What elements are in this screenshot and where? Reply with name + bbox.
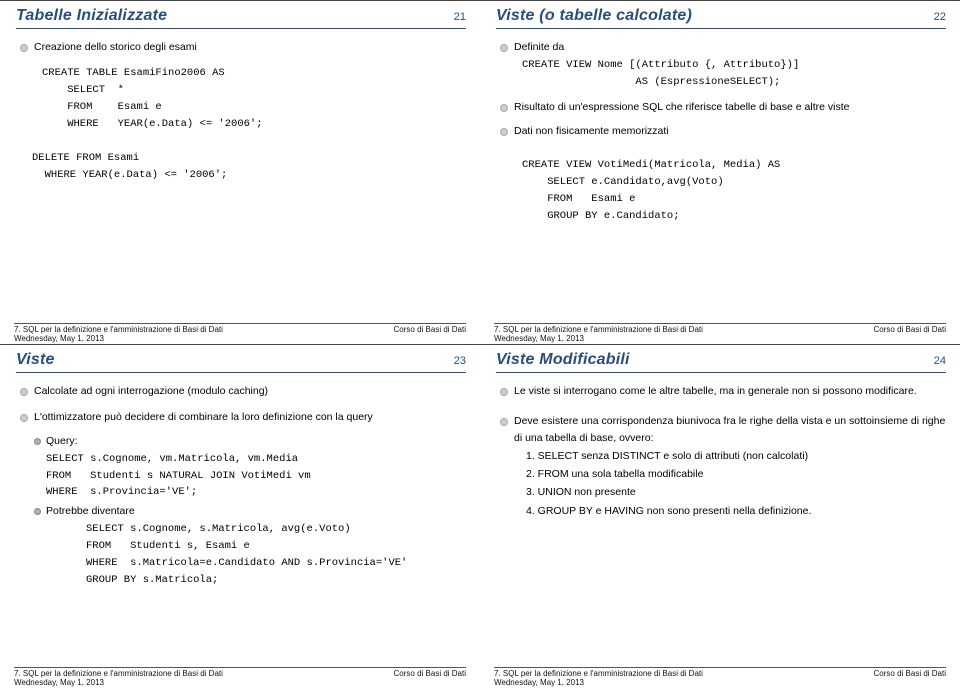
bullet-sub: Query: [16,433,466,449]
slide-24: Viste Modificabili 24 Le viste si interr… [480,344,960,688]
footer-left: 7. SQL per la definizione e l'amministra… [494,325,703,334]
slide-content: Calcolate ad ogni interrogazione (modulo… [16,383,466,589]
slide-footer: 7. SQL per la definizione e l'amministra… [14,667,466,678]
title-row: Viste Modificabili 24 [496,349,946,373]
bullet: Definite da [496,39,946,55]
footer-right: Corso di Basi di Dati [394,325,466,334]
footer-date: Wednesday, May 1, 2013 [14,678,104,687]
code-block: CREATE VIEW Nome [(Attributo {, Attribut… [522,57,946,91]
slide-21: Tabelle Inizializzate 21 Creazione dello… [0,0,480,344]
slide-footer: 7. SQL per la definizione e l'amministra… [14,323,466,334]
code-block: SELECT s.Cognome, vm.Matricola, vm.Media… [46,451,466,501]
slide-number: 24 [934,355,946,367]
slide-number: 21 [454,11,466,23]
list-item: 2. FROM una sola tabella modificabile [526,466,946,482]
list-item: 3. UNION non presente [526,484,946,500]
slide-footer: 7. SQL per la definizione e l'amministra… [494,323,946,334]
code-block: CREATE TABLE EsamiFino2006 AS SELECT * F… [42,65,466,132]
slide-content: Le viste si interrogano come le altre ta… [496,383,946,519]
slide-number: 23 [454,355,466,367]
slide-title: Viste Modificabili [496,351,630,369]
list-item: 1. SELECT senza DISTINCT e solo di attri… [526,448,946,464]
footer-right: Corso di Basi di Dati [394,669,466,678]
title-row: Viste (o tabelle calcolate) 22 [496,5,946,29]
footer-left: 7. SQL per la definizione e l'amministra… [14,325,223,334]
footer-left: 7. SQL per la definizione e l'amministra… [494,669,703,678]
slide-content: Definite da CREATE VIEW Nome [(Attributo… [496,39,946,225]
slide-22: Viste (o tabelle calcolate) 22 Definite … [480,0,960,344]
slide-footer: 7. SQL per la definizione e l'amministra… [494,667,946,678]
slide-number: 22 [934,11,946,23]
bullet-sub: Potrebbe diventare [16,503,466,519]
title-row: Viste 23 [16,349,466,373]
footer-date: Wednesday, May 1, 2013 [14,334,104,343]
footer-date: Wednesday, May 1, 2013 [494,678,584,687]
bullet: Deve esistere una corrispondenza biunivo… [496,413,946,446]
slide-title: Viste (o tabelle calcolate) [496,7,692,25]
footer-right: Corso di Basi di Dati [874,669,946,678]
code-block: SELECT s.Cognome, s.Matricola, avg(e.Vot… [86,521,466,588]
footer-date: Wednesday, May 1, 2013 [494,334,584,343]
code-block: DELETE FROM Esami WHERE YEAR(e.Data) <= … [32,150,466,184]
bullet: Creazione dello storico degli esami [16,39,466,55]
page: Tabelle Inizializzate 21 Creazione dello… [0,0,960,688]
bullet: L'ottimizzatore può decidere di combinar… [16,409,466,425]
code-block: CREATE VIEW VotiMedi(Matricola, Media) A… [522,157,946,224]
bullet: Dati non fisicamente memorizzati [496,123,946,139]
footer-left: 7. SQL per la definizione e l'amministra… [14,669,223,678]
list-item: 4. GROUP BY e HAVING non sono presenti n… [526,503,946,519]
slide-title: Viste [16,351,55,369]
bullet: Risultato di un'espressione SQL che rife… [496,99,946,115]
slide-content: Creazione dello storico degli esami CREA… [16,39,466,184]
slide-title: Tabelle Inizializzate [16,7,167,25]
title-row: Tabelle Inizializzate 21 [16,5,466,29]
slide-23: Viste 23 Calcolate ad ogni interrogazion… [0,344,480,688]
bullet: Le viste si interrogano come le altre ta… [496,383,946,399]
footer-right: Corso di Basi di Dati [874,325,946,334]
bullet: Calcolate ad ogni interrogazione (modulo… [16,383,466,399]
